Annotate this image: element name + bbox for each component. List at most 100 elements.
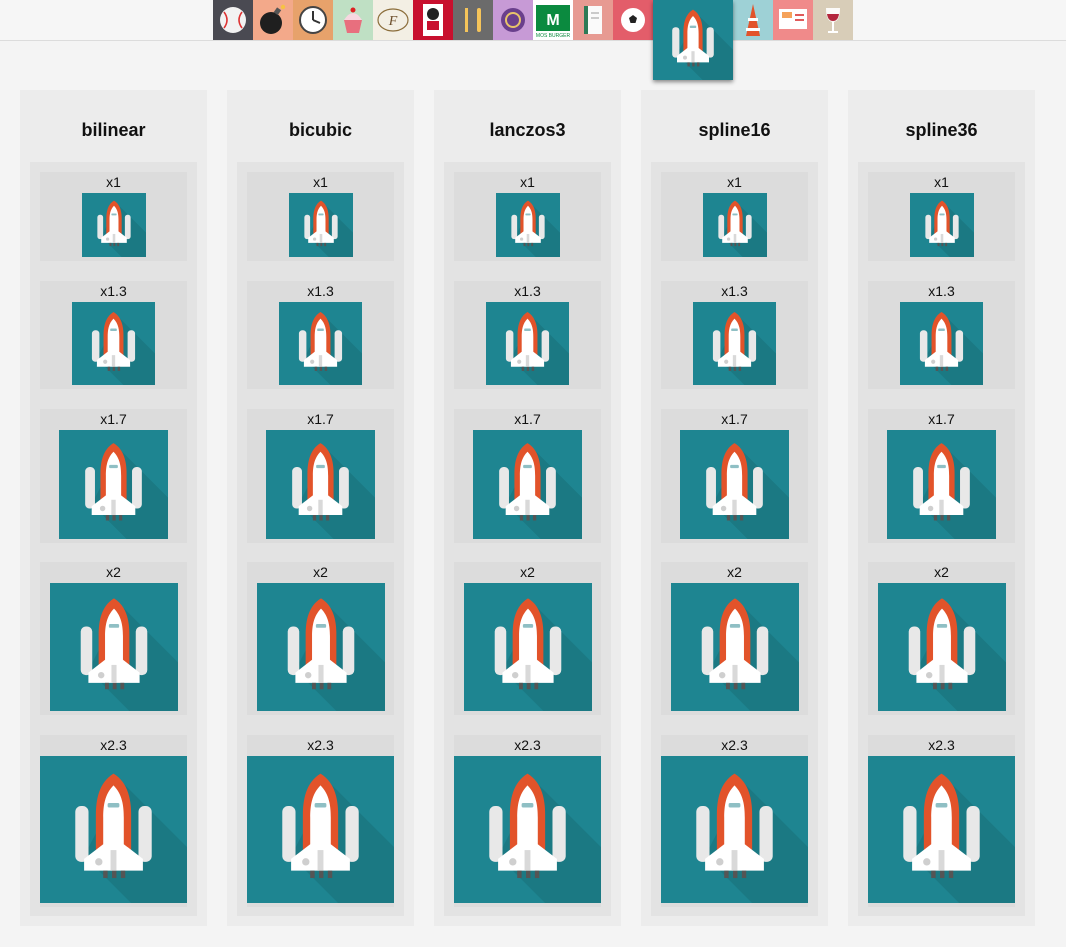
scale-label: x2.3 bbox=[928, 737, 955, 753]
scale-cell: x1.3 bbox=[40, 281, 187, 389]
scale-label: x2.3 bbox=[721, 737, 748, 753]
space-shuttle-icon[interactable] bbox=[653, 0, 733, 80]
space-shuttle-icon bbox=[40, 756, 187, 903]
space-shuttle-icon bbox=[82, 193, 146, 257]
wine-glass-icon[interactable] bbox=[813, 0, 853, 40]
space-shuttle-icon bbox=[680, 430, 789, 539]
svg-text:M: M bbox=[546, 12, 559, 29]
scale-list: x1 x1.3 x1.7 x2 x2.3 bbox=[858, 162, 1025, 916]
scale-cell: x2 bbox=[454, 562, 601, 715]
scale-cell: x1 bbox=[40, 172, 187, 261]
notebook-icon[interactable] bbox=[573, 0, 613, 40]
method-title: bilinear bbox=[81, 120, 146, 140]
scale-label: x1 bbox=[520, 174, 535, 190]
space-shuttle-icon bbox=[454, 756, 601, 903]
space-shuttle-icon bbox=[279, 302, 362, 385]
space-shuttle-icon bbox=[266, 430, 375, 539]
space-shuttle-icon bbox=[910, 193, 974, 257]
space-shuttle-icon bbox=[661, 756, 808, 903]
presentation-icon[interactable] bbox=[773, 0, 813, 40]
scale-cell: x2 bbox=[868, 562, 1015, 715]
scale-cell: x2 bbox=[661, 562, 808, 715]
scale-cell: x2.3 bbox=[247, 735, 394, 907]
mos-burger-logo-icon[interactable]: M MOS BURGER bbox=[533, 0, 573, 40]
scale-cell: x1 bbox=[868, 172, 1015, 261]
space-shuttle-icon bbox=[671, 583, 799, 711]
space-shuttle-icon bbox=[486, 302, 569, 385]
scale-label: x2.3 bbox=[307, 737, 334, 753]
scale-cell: x1.3 bbox=[661, 281, 808, 389]
scale-cell: x1 bbox=[454, 172, 601, 261]
scale-label: x2 bbox=[313, 564, 328, 580]
space-shuttle-icon bbox=[50, 583, 178, 711]
space-shuttle-icon bbox=[900, 302, 983, 385]
scale-label: x1.3 bbox=[100, 283, 127, 299]
method-column-spline16: spline16 x1 x1.3 x1.7 x2 x2.3 bbox=[641, 90, 828, 926]
method-title: spline36 bbox=[905, 120, 978, 140]
method-column-bilinear: bilinear x1 x1.3 x1.7 x2 x2.3 bbox=[20, 90, 207, 926]
scale-label: x1 bbox=[727, 174, 742, 190]
scale-cell: x1.3 bbox=[247, 281, 394, 389]
space-shuttle-icon bbox=[878, 583, 1006, 711]
scale-cell: x2 bbox=[247, 562, 394, 715]
scale-label: x1.7 bbox=[307, 411, 334, 427]
space-shuttle-icon bbox=[289, 193, 353, 257]
space-shuttle-icon bbox=[868, 756, 1015, 903]
space-shuttle-icon bbox=[464, 583, 592, 711]
scale-cell: x1.7 bbox=[247, 409, 394, 543]
scale-label: x2 bbox=[106, 564, 121, 580]
space-shuttle-icon bbox=[247, 756, 394, 903]
scale-cell: x2.3 bbox=[868, 735, 1015, 907]
scale-cell: x2.3 bbox=[661, 735, 808, 907]
scale-label: x2 bbox=[727, 564, 742, 580]
scale-cell: x2.3 bbox=[40, 735, 187, 907]
space-shuttle-icon bbox=[473, 430, 582, 539]
method-column-lanczos3: lanczos3 x1 x1.3 x1.7 x2 x2.3 bbox=[434, 90, 621, 926]
scale-label: x1 bbox=[934, 174, 949, 190]
cupcake-icon[interactable] bbox=[333, 0, 373, 40]
scale-label: x1 bbox=[106, 174, 121, 190]
method-column-spline36: spline36 x1 x1.3 x1.7 x2 x2.3 bbox=[848, 90, 1035, 926]
scale-cell: x1.7 bbox=[454, 409, 601, 543]
scale-list: x1 x1.3 x1.7 x2 x2.3 bbox=[237, 162, 404, 916]
fauchon-logo-icon[interactable]: F bbox=[373, 0, 413, 40]
scale-list: x1 x1.3 x1.7 x2 x2.3 bbox=[444, 162, 611, 916]
scale-list: x1 x1.3 x1.7 x2 x2.3 bbox=[651, 162, 818, 916]
scale-label: x2.3 bbox=[100, 737, 127, 753]
bomb-icon[interactable] bbox=[253, 0, 293, 40]
scale-label: x2 bbox=[520, 564, 535, 580]
scale-cell: x2 bbox=[40, 562, 187, 715]
space-shuttle-icon bbox=[703, 193, 767, 257]
scale-label: x1.3 bbox=[514, 283, 541, 299]
soccer-ball-icon[interactable] bbox=[613, 0, 653, 40]
scale-cell: x1.3 bbox=[868, 281, 1015, 389]
space-shuttle-icon bbox=[72, 302, 155, 385]
scale-cell: x1.7 bbox=[40, 409, 187, 543]
method-column-bicubic: bicubic x1 x1.3 x1.7 x2 x2.3 bbox=[227, 90, 414, 926]
space-shuttle-icon bbox=[59, 430, 168, 539]
scale-label: x1.3 bbox=[721, 283, 748, 299]
tokyo-tower-icon[interactable] bbox=[733, 0, 773, 40]
scale-label: x2 bbox=[934, 564, 949, 580]
coin-icon[interactable] bbox=[493, 0, 533, 40]
scale-cell: x1.7 bbox=[868, 409, 1015, 543]
fork-knife-icon[interactable] bbox=[453, 0, 493, 40]
space-shuttle-icon bbox=[693, 302, 776, 385]
clock-icon[interactable] bbox=[293, 0, 333, 40]
scale-cell: x1.3 bbox=[454, 281, 601, 389]
scale-cell: x1.7 bbox=[661, 409, 808, 543]
scale-label: x1.7 bbox=[721, 411, 748, 427]
scale-label: x2.3 bbox=[514, 737, 541, 753]
scale-cell: x2.3 bbox=[454, 735, 601, 907]
scale-label: x1 bbox=[313, 174, 328, 190]
method-title: lanczos3 bbox=[489, 120, 566, 140]
kfc-logo-icon[interactable] bbox=[413, 0, 453, 40]
svg-text:F: F bbox=[388, 14, 398, 29]
scale-label: x1.7 bbox=[514, 411, 541, 427]
scale-list: x1 x1.3 x1.7 x2 x2.3 bbox=[30, 162, 197, 916]
scale-cell: x1 bbox=[661, 172, 808, 261]
svg-text:MOS BURGER: MOS BURGER bbox=[536, 33, 571, 39]
scale-cell: x1 bbox=[247, 172, 394, 261]
scale-label: x1.7 bbox=[928, 411, 955, 427]
baseball-icon[interactable] bbox=[213, 0, 253, 40]
